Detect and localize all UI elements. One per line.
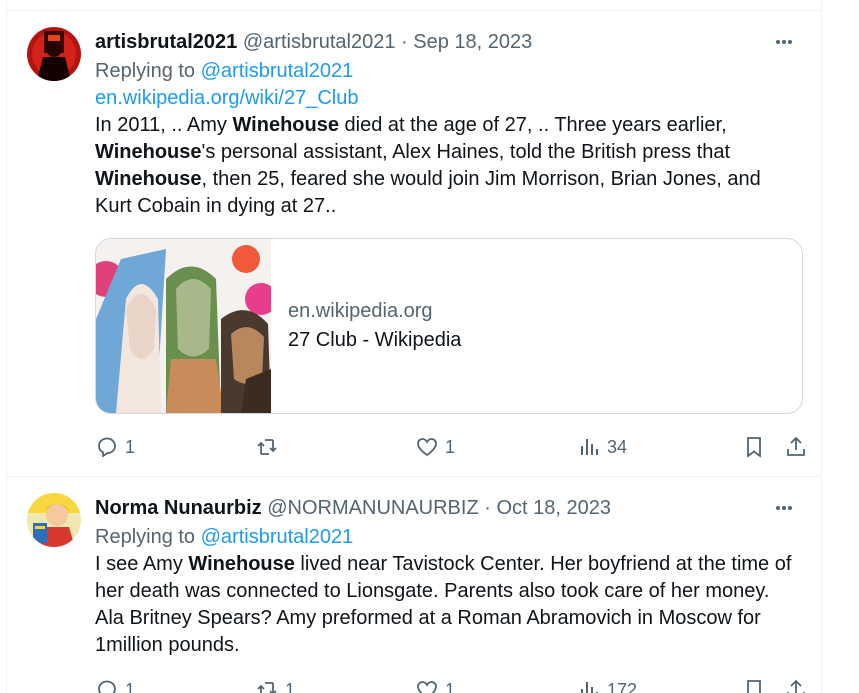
reply-count: 1 bbox=[125, 436, 136, 457]
tweet[interactable]: Norma Nunaurbiz @NORMANUNAURBIZ · Oct 18… bbox=[7, 477, 821, 693]
tweet-header: artisbrutal2021 @artisbrutal2021 · Sep 1… bbox=[95, 29, 797, 55]
heart-icon bbox=[417, 681, 437, 693]
views-button[interactable]: 34 bbox=[577, 435, 627, 459]
share-button[interactable] bbox=[784, 435, 808, 459]
reply-icon bbox=[98, 680, 116, 693]
text-segment: I see Amy bbox=[95, 553, 189, 575]
avatar[interactable] bbox=[27, 27, 81, 81]
timestamp[interactable]: Oct 18, 2023 bbox=[496, 497, 611, 519]
more-dots-icon bbox=[776, 506, 792, 510]
like-button[interactable]: 1 bbox=[415, 435, 455, 459]
card-thumbnail bbox=[96, 239, 271, 413]
card-info: en.wikipedia.org 27 Club - Wikipedia bbox=[288, 297, 461, 355]
retweet-icon bbox=[257, 439, 277, 455]
bookmark-button[interactable] bbox=[742, 678, 766, 693]
view-count: 34 bbox=[607, 436, 628, 457]
views-chart-icon bbox=[581, 682, 598, 693]
text-highlight: Winehouse bbox=[95, 141, 202, 163]
text-highlight: Winehouse bbox=[188, 553, 295, 575]
view-count: 172 bbox=[607, 679, 638, 693]
bookmark-button[interactable] bbox=[742, 435, 766, 459]
replying-to-link[interactable]: @artisbrutal2021 bbox=[201, 60, 354, 82]
like-count: 1 bbox=[445, 436, 456, 457]
retweet-button[interactable] bbox=[255, 435, 285, 459]
retweet-count: 1 bbox=[285, 679, 296, 693]
reply-button[interactable]: 1 bbox=[95, 435, 135, 459]
replying-to: Replying to @artisbrutal2021 bbox=[95, 523, 797, 551]
share-icon bbox=[787, 436, 805, 456]
display-name[interactable]: artisbrutal2021 bbox=[95, 31, 237, 53]
separator: · bbox=[401, 31, 408, 53]
card-domain: en.wikipedia.org bbox=[288, 300, 433, 322]
tweet-text: I see Amy Winehouse lived near Tavistock… bbox=[95, 551, 797, 659]
display-name[interactable]: Norma Nunaurbiz bbox=[95, 497, 262, 519]
like-button[interactable]: 1 bbox=[415, 678, 455, 693]
text-segment: died at the age of 27, .. Three years ea… bbox=[338, 114, 727, 136]
handle[interactable]: @artisbrutal2021 bbox=[243, 31, 396, 53]
reply-count: 1 bbox=[125, 679, 136, 693]
timeline-column: artisbrutal2021 @artisbrutal2021 · Sep 1… bbox=[6, 0, 822, 693]
replying-to-link[interactable]: @artisbrutal2021 bbox=[201, 526, 354, 548]
views-button[interactable]: 172 bbox=[577, 678, 637, 693]
text-segment: In 2011, .. Amy bbox=[95, 114, 233, 136]
link-card[interactable]: en.wikipedia.org 27 Club - Wikipedia bbox=[95, 238, 803, 414]
tweet-text: en.wikipedia.org/wiki/27_Club In 2011, .… bbox=[95, 85, 797, 220]
share-icon bbox=[787, 679, 805, 693]
more-dots-icon bbox=[776, 40, 792, 44]
timestamp[interactable]: Sep 18, 2023 bbox=[413, 31, 532, 53]
more-button[interactable] bbox=[771, 29, 797, 55]
bookmark-icon bbox=[747, 680, 761, 693]
avatar[interactable] bbox=[27, 493, 81, 547]
separator: · bbox=[484, 497, 491, 519]
tweet-body: artisbrutal2021 @artisbrutal2021 · Sep 1… bbox=[95, 29, 803, 414]
heart-icon bbox=[417, 438, 437, 457]
tweet-body: Norma Nunaurbiz @NORMANUNAURBIZ · Oct 18… bbox=[95, 495, 797, 659]
retweet-button[interactable]: 1 bbox=[255, 678, 295, 693]
replying-to: Replying to @artisbrutal2021 bbox=[95, 57, 797, 85]
more-button[interactable] bbox=[771, 495, 797, 521]
text-highlight: Winehouse bbox=[95, 168, 202, 190]
share-button[interactable] bbox=[784, 678, 808, 693]
reply-icon bbox=[98, 437, 116, 458]
replying-prefix: Replying to bbox=[95, 526, 201, 548]
retweet-icon bbox=[257, 682, 277, 693]
replying-prefix: Replying to bbox=[95, 60, 201, 82]
handle[interactable]: @NORMANUNAURBIZ bbox=[267, 497, 478, 519]
action-bar: 1 1 1 172 bbox=[95, 675, 805, 693]
tweet-url-link[interactable]: en.wikipedia.org/wiki/27_Club bbox=[95, 85, 797, 112]
action-bar: 1 1 34 bbox=[95, 432, 805, 462]
reply-button[interactable]: 1 bbox=[95, 678, 135, 693]
tweet[interactable]: artisbrutal2021 @artisbrutal2021 · Sep 1… bbox=[7, 11, 821, 477]
tweet-header: Norma Nunaurbiz @NORMANUNAURBIZ · Oct 18… bbox=[95, 495, 797, 521]
text-segment: 's personal assistant, Alex Haines, told… bbox=[201, 141, 731, 163]
views-chart-icon bbox=[581, 439, 598, 455]
like-count: 1 bbox=[445, 679, 456, 693]
text-highlight: Winehouse bbox=[232, 114, 339, 136]
card-title: 27 Club - Wikipedia bbox=[288, 329, 462, 351]
bookmark-icon bbox=[747, 437, 761, 458]
